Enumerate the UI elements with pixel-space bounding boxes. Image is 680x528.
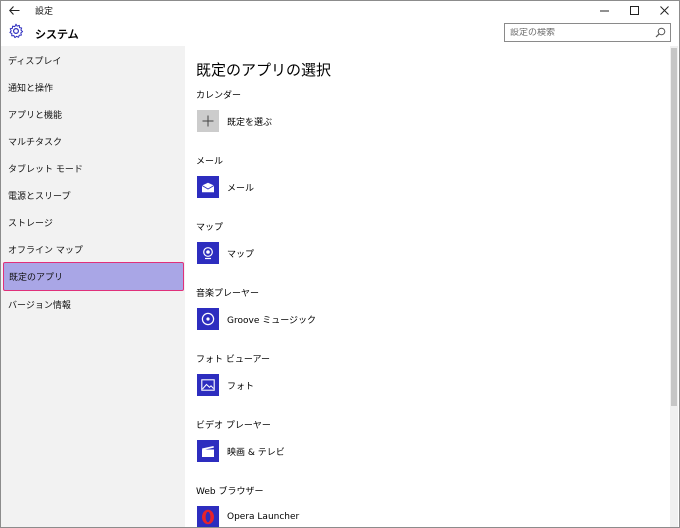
maximize-icon	[629, 5, 639, 15]
app-picker-web-browser[interactable]: Opera Launcher	[197, 505, 300, 527]
page-title: 既定のアプリの選択	[196, 61, 332, 79]
window-title: 設定	[35, 7, 54, 17]
close-button[interactable]	[649, 1, 679, 19]
sidebar-item-label: マルチタスク	[8, 138, 63, 148]
settings-window: 設定 システム ディスプレイ 通知と操作	[0, 0, 680, 528]
sidebar-item-label: バージョン情報	[8, 301, 71, 311]
sidebar-item-label: 電源とスリープ	[8, 192, 71, 202]
app-picker-mail[interactable]: メール	[197, 175, 254, 199]
app-name: 既定を選ぶ	[227, 117, 273, 128]
app-tile	[197, 110, 219, 132]
header: システム	[1, 19, 679, 46]
maximize-button[interactable]	[619, 1, 649, 19]
app-name: Opera Launcher	[227, 512, 300, 522]
arrow-left-icon	[8, 5, 19, 15]
app-name: 映画 & テレビ	[227, 447, 285, 458]
mail-icon	[201, 182, 215, 192]
app-tile	[197, 242, 219, 264]
sidebar-item-label: オフライン マップ	[8, 246, 83, 256]
sidebar-item-apps-features[interactable]: アプリと機能	[3, 100, 184, 129]
search-box[interactable]	[504, 23, 671, 42]
sidebar-item-label: 既定のアプリ	[9, 273, 64, 283]
photo-icon	[201, 379, 215, 391]
close-icon	[659, 5, 669, 15]
app-name: メール	[227, 183, 255, 194]
section-label-music-player: 音楽プレーヤー	[196, 289, 260, 299]
section-label-web-browser: Web ブラウザー	[196, 487, 264, 497]
search-input[interactable]	[505, 27, 650, 38]
clapper-icon	[202, 445, 214, 457]
section-label-mail: メール	[196, 157, 224, 167]
sidebar-item-offline-maps[interactable]: オフライン マップ	[3, 235, 184, 264]
sidebar-item-label: ストレージ	[8, 219, 53, 229]
minimize-icon	[599, 10, 609, 11]
app-picker-video-player[interactable]: 映画 & テレビ	[197, 439, 285, 463]
scrollbar[interactable]	[670, 46, 678, 527]
music-disc-icon	[201, 312, 215, 326]
opera-icon	[202, 509, 214, 525]
app-tile	[197, 308, 219, 330]
app-name: フォト	[227, 381, 255, 392]
map-icon	[203, 247, 213, 260]
page-header-title: システム	[35, 28, 79, 41]
section-label-photo-viewer: フォト ビューアー	[196, 355, 270, 365]
sidebar: ディスプレイ 通知と操作 アプリと機能 マルチタスク タブレット モード 電源と…	[1, 46, 185, 527]
app-picker-calendar[interactable]: 既定を選ぶ	[197, 109, 272, 133]
section-label-video-player: ビデオ プレーヤー	[196, 421, 271, 431]
back-button[interactable]	[1, 1, 27, 19]
scroll-thumb[interactable]	[671, 48, 677, 406]
app-tile	[197, 506, 219, 527]
main-content: 既定のアプリの選択 カレンダー 既定を選ぶ メール メール マップ マップ 音楽…	[185, 46, 671, 527]
minimize-button[interactable]	[589, 1, 619, 19]
title-bar: 設定	[1, 1, 679, 19]
app-name: Groove ミュージック	[227, 315, 317, 326]
window-controls	[589, 1, 679, 19]
sidebar-item-label: ディスプレイ	[8, 57, 62, 67]
sidebar-item-about[interactable]: バージョン情報	[3, 290, 184, 319]
sidebar-item-label: アプリと機能	[8, 111, 63, 121]
app-tile	[197, 374, 219, 396]
sidebar-item-label: 通知と操作	[8, 84, 54, 94]
sidebar-item-power-sleep[interactable]: 電源とスリープ	[3, 181, 184, 210]
sidebar-item-label: タブレット モード	[8, 165, 83, 175]
app-picker-music-player[interactable]: Groove ミュージック	[197, 307, 316, 331]
app-tile	[197, 440, 219, 462]
sidebar-item-notifications[interactable]: 通知と操作	[3, 73, 184, 102]
sidebar-item-storage[interactable]: ストレージ	[3, 208, 184, 237]
section-label-maps: マップ	[196, 223, 224, 233]
app-tile	[197, 176, 219, 198]
sidebar-item-default-apps[interactable]: 既定のアプリ	[3, 262, 184, 291]
app-picker-photo-viewer[interactable]: フォト	[197, 373, 254, 397]
sidebar-item-multitasking[interactable]: マルチタスク	[3, 127, 184, 156]
gear-icon	[9, 23, 24, 39]
app-name: マップ	[227, 249, 255, 260]
plus-icon	[202, 115, 214, 127]
sidebar-item-display[interactable]: ディスプレイ	[3, 46, 184, 75]
app-picker-maps[interactable]: マップ	[197, 241, 254, 265]
search-icon[interactable]	[655, 27, 666, 38]
sidebar-item-tablet-mode[interactable]: タブレット モード	[3, 154, 184, 183]
section-label-calendar: カレンダー	[196, 91, 242, 101]
